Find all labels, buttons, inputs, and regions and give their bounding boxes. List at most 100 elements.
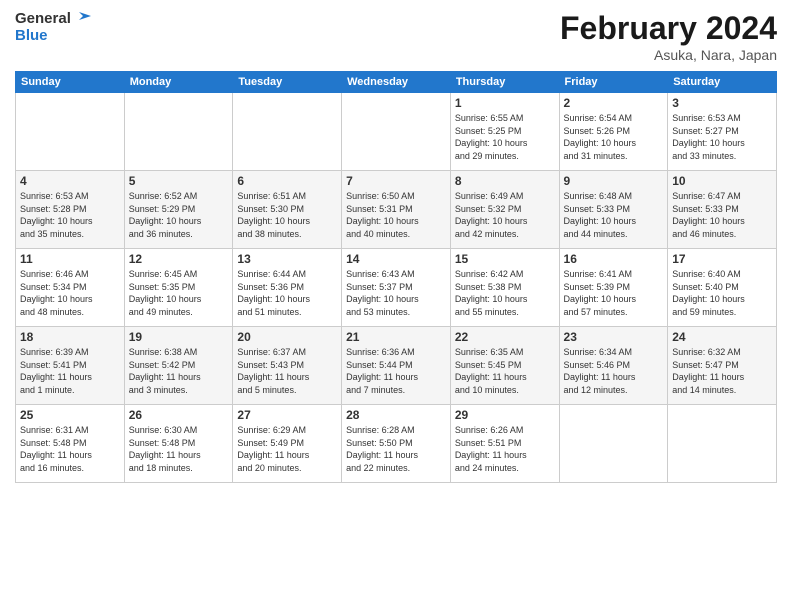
table-row: 21 Sunrise: 6:36 AM Sunset: 5:44 PM Dayli…	[342, 327, 451, 405]
day-detail: Sunrise: 6:29 AM Sunset: 5:49 PM Dayligh…	[237, 424, 337, 474]
day-detail: Sunrise: 6:38 AM Sunset: 5:42 PM Dayligh…	[129, 346, 229, 396]
table-row: 4 Sunrise: 6:53 AM Sunset: 5:28 PM Daylig…	[16, 171, 125, 249]
table-row: 11Sunrise: 6:46 AM Sunset: 5:34 PM Dayli…	[16, 249, 125, 327]
table-row: 9Sunrise: 6:48 AM Sunset: 5:33 PM Daylig…	[559, 171, 668, 249]
day-detail: Sunrise: 6:45 AM Sunset: 5:35 PM Dayligh…	[129, 268, 229, 318]
day-number: 10	[672, 174, 772, 188]
day-detail: Sunrise: 6:44 AM Sunset: 5:36 PM Dayligh…	[237, 268, 337, 318]
day-detail: Sunrise: 6:42 AM Sunset: 5:38 PM Dayligh…	[455, 268, 555, 318]
table-row: 7 Sunrise: 6:50 AM Sunset: 5:31 PM Daylig…	[342, 171, 451, 249]
table-row: 23 Sunrise: 6:34 AM Sunset: 5:46 PM Dayli…	[559, 327, 668, 405]
table-row	[124, 93, 233, 171]
page-container: General Blue February 2024 Asuka, Nara, …	[0, 0, 792, 612]
day-detail: Sunrise: 6:39 AM Sunset: 5:41 PM Dayligh…	[20, 346, 120, 396]
day-number: 3	[672, 96, 772, 110]
day-detail: Sunrise: 6:51 AM Sunset: 5:30 PM Dayligh…	[237, 190, 337, 240]
day-number: 5	[129, 174, 229, 188]
table-row: 20 Sunrise: 6:37 AM Sunset: 5:43 PM Dayli…	[233, 327, 342, 405]
table-row: 26Sunrise: 6:30 AM Sunset: 5:48 PM Dayli…	[124, 405, 233, 483]
day-number: 13	[237, 252, 337, 266]
table-row	[559, 405, 668, 483]
table-row	[16, 93, 125, 171]
table-row: 16 Sunrise: 6:41 AM Sunset: 5:39 PM Dayli…	[559, 249, 668, 327]
table-row: 17 Sunrise: 6:40 AM Sunset: 5:40 PM Dayli…	[668, 249, 777, 327]
day-detail: Sunrise: 6:49 AM Sunset: 5:32 PM Dayligh…	[455, 190, 555, 240]
table-row	[233, 93, 342, 171]
day-detail: Sunrise: 6:43 AM Sunset: 5:37 PM Dayligh…	[346, 268, 446, 318]
table-row	[342, 93, 451, 171]
table-row: 10 Sunrise: 6:47 AM Sunset: 5:33 PM Dayli…	[668, 171, 777, 249]
day-detail: Sunrise: 6:46 AM Sunset: 5:34 PM Dayligh…	[20, 268, 120, 318]
logo: General Blue	[15, 10, 91, 45]
day-detail: Sunrise: 6:31 AM Sunset: 5:48 PM Dayligh…	[20, 424, 120, 474]
table-row: 5 Sunrise: 6:52 AM Sunset: 5:29 PM Daylig…	[124, 171, 233, 249]
col-tuesday: Tuesday	[233, 72, 342, 93]
page-header: General Blue February 2024 Asuka, Nara, …	[15, 10, 777, 63]
day-number: 20	[237, 330, 337, 344]
col-thursday: Thursday	[450, 72, 559, 93]
day-detail: Sunrise: 6:37 AM Sunset: 5:43 PM Dayligh…	[237, 346, 337, 396]
table-row: 29Sunrise: 6:26 AM Sunset: 5:51 PM Dayli…	[450, 405, 559, 483]
location: Asuka, Nara, Japan	[560, 47, 777, 63]
day-number: 27	[237, 408, 337, 422]
col-wednesday: Wednesday	[342, 72, 451, 93]
table-row: 2 Sunrise: 6:54 AM Sunset: 5:26 PM Daylig…	[559, 93, 668, 171]
day-detail: Sunrise: 6:35 AM Sunset: 5:45 PM Dayligh…	[455, 346, 555, 396]
day-detail: Sunrise: 6:32 AM Sunset: 5:47 PM Dayligh…	[672, 346, 772, 396]
day-number: 2	[564, 96, 664, 110]
day-number: 17	[672, 252, 772, 266]
day-detail: Sunrise: 6:53 AM Sunset: 5:27 PM Dayligh…	[672, 112, 772, 162]
day-number: 22	[455, 330, 555, 344]
table-row	[668, 405, 777, 483]
day-number: 29	[455, 408, 555, 422]
col-sunday: Sunday	[16, 72, 125, 93]
day-detail: Sunrise: 6:52 AM Sunset: 5:29 PM Dayligh…	[129, 190, 229, 240]
day-detail: Sunrise: 6:41 AM Sunset: 5:39 PM Dayligh…	[564, 268, 664, 318]
calendar-week-5: 25 Sunrise: 6:31 AM Sunset: 5:48 PM Dayli…	[16, 405, 777, 483]
col-monday: Monday	[124, 72, 233, 93]
table-row: 25 Sunrise: 6:31 AM Sunset: 5:48 PM Dayli…	[16, 405, 125, 483]
day-detail: Sunrise: 6:55 AM Sunset: 5:25 PM Dayligh…	[455, 112, 555, 162]
table-row: 27 Sunrise: 6:29 AM Sunset: 5:49 PM Dayli…	[233, 405, 342, 483]
day-number: 15	[455, 252, 555, 266]
day-number: 9	[564, 174, 664, 188]
table-row: 24 Sunrise: 6:32 AM Sunset: 5:47 PM Dayli…	[668, 327, 777, 405]
table-row: 1Sunrise: 6:55 AM Sunset: 5:25 PM Daylig…	[450, 93, 559, 171]
day-detail: Sunrise: 6:30 AM Sunset: 5:48 PM Dayligh…	[129, 424, 229, 474]
day-number: 23	[564, 330, 664, 344]
day-number: 24	[672, 330, 772, 344]
table-row: 12 Sunrise: 6:45 AM Sunset: 5:35 PM Dayli…	[124, 249, 233, 327]
table-row: 3 Sunrise: 6:53 AM Sunset: 5:27 PM Daylig…	[668, 93, 777, 171]
day-number: 25	[20, 408, 120, 422]
day-number: 6	[237, 174, 337, 188]
calendar-header-row: Sunday Monday Tuesday Wednesday Thursday…	[16, 72, 777, 93]
table-row: 8 Sunrise: 6:49 AM Sunset: 5:32 PM Daylig…	[450, 171, 559, 249]
day-detail: Sunrise: 6:36 AM Sunset: 5:44 PM Dayligh…	[346, 346, 446, 396]
table-row: 28Sunrise: 6:28 AM Sunset: 5:50 PM Dayli…	[342, 405, 451, 483]
calendar-table: Sunday Monday Tuesday Wednesday Thursday…	[15, 71, 777, 483]
month-title: February 2024	[560, 10, 777, 47]
day-number: 21	[346, 330, 446, 344]
col-friday: Friday	[559, 72, 668, 93]
day-detail: Sunrise: 6:47 AM Sunset: 5:33 PM Dayligh…	[672, 190, 772, 240]
calendar-week-4: 18Sunrise: 6:39 AM Sunset: 5:41 PM Dayli…	[16, 327, 777, 405]
table-row: 15 Sunrise: 6:42 AM Sunset: 5:38 PM Dayli…	[450, 249, 559, 327]
day-number: 4	[20, 174, 120, 188]
calendar-week-2: 4 Sunrise: 6:53 AM Sunset: 5:28 PM Daylig…	[16, 171, 777, 249]
day-number: 12	[129, 252, 229, 266]
day-detail: Sunrise: 6:40 AM Sunset: 5:40 PM Dayligh…	[672, 268, 772, 318]
calendar-week-3: 11Sunrise: 6:46 AM Sunset: 5:34 PM Dayli…	[16, 249, 777, 327]
day-detail: Sunrise: 6:53 AM Sunset: 5:28 PM Dayligh…	[20, 190, 120, 240]
table-row: 18Sunrise: 6:39 AM Sunset: 5:41 PM Dayli…	[16, 327, 125, 405]
day-number: 16	[564, 252, 664, 266]
day-number: 8	[455, 174, 555, 188]
logo-text: General Blue	[15, 10, 91, 45]
table-row: 6 Sunrise: 6:51 AM Sunset: 5:30 PM Daylig…	[233, 171, 342, 249]
day-number: 28	[346, 408, 446, 422]
day-detail: Sunrise: 6:54 AM Sunset: 5:26 PM Dayligh…	[564, 112, 664, 162]
day-detail: Sunrise: 6:50 AM Sunset: 5:31 PM Dayligh…	[346, 190, 446, 240]
table-row: 14Sunrise: 6:43 AM Sunset: 5:37 PM Dayli…	[342, 249, 451, 327]
day-number: 7	[346, 174, 446, 188]
table-row: 13 Sunrise: 6:44 AM Sunset: 5:36 PM Dayli…	[233, 249, 342, 327]
day-detail: Sunrise: 6:34 AM Sunset: 5:46 PM Dayligh…	[564, 346, 664, 396]
